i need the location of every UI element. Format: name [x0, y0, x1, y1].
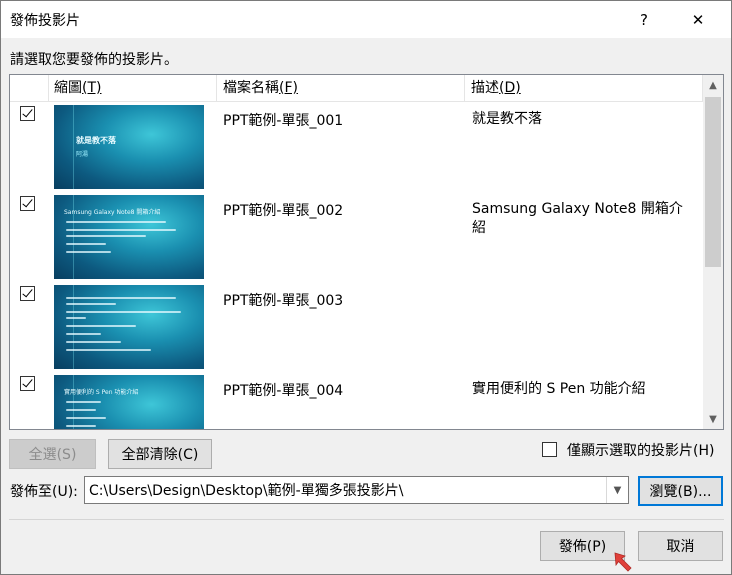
thumbnail-subtitle: 阿湯 [76, 151, 89, 158]
scroll-down-arrow-icon[interactable]: ▼ [703, 409, 723, 429]
slide-description: Samsung Galaxy Note8 開箱介紹 [472, 201, 683, 236]
column-header-filename[interactable]: 檔案名稱(F) [217, 75, 298, 102]
publish-to-label: 發佈至(U): [10, 484, 78, 500]
slide-filename: PPT範例-單張_003 [223, 293, 344, 309]
scrollbar-thumb[interactable] [705, 97, 721, 267]
clear-all-button[interactable]: 全部清除(C) [108, 439, 212, 469]
slide-checkbox[interactable] [20, 286, 35, 301]
slide-checkbox[interactable] [20, 196, 35, 211]
select-all-button[interactable]: 全選(S) [9, 439, 96, 469]
thumbnail-title: Samsung Galaxy Note8 開箱介紹 [64, 209, 161, 216]
slide-filename: PPT範例-單張_001 [223, 113, 344, 129]
slide-description: 實用便利的 S Pen 功能介紹 [472, 381, 646, 397]
show-selected-only-label: 僅顯示選取的投影片(H) [567, 443, 715, 459]
dialog-title: 發佈投影片 [10, 13, 80, 29]
table-row[interactable]: 就是教不落 阿湯 PPT範例-單張_001 就是教不落 [10, 102, 703, 192]
slide-thumbnail: 就是教不落 阿湯 [54, 105, 204, 189]
scroll-up-arrow-icon[interactable]: ▲ [703, 75, 723, 95]
slide-rows: 就是教不落 阿湯 PPT範例-單張_001 就是教不落 Samsung Gala… [10, 102, 703, 429]
publish-slides-dialog: 發佈投影片 ? ✕ 請選取您要發佈的投影片。 縮圖(T) 檔案名稱(F) 描述(… [0, 0, 732, 575]
help-button[interactable]: ? [621, 1, 667, 38]
slide-thumbnail [54, 285, 204, 369]
close-icon: ✕ [691, 10, 705, 29]
slide-checkbox[interactable] [20, 106, 35, 121]
thumbnail-title: 就是教不落 [76, 136, 116, 145]
checkbox-box[interactable] [542, 442, 557, 457]
annotation-arrow-icon [614, 552, 632, 572]
slide-filename: PPT範例-單張_002 [223, 203, 344, 219]
slide-list[interactable]: 縮圖(T) 檔案名稱(F) 描述(D) 就是教不落 阿湯 PPT範例-單張_00… [9, 74, 724, 430]
column-header-row: 縮圖(T) 檔案名稱(F) 描述(D) [10, 75, 703, 102]
slide-description: 就是教不落 [472, 111, 542, 127]
help-icon: ? [640, 10, 648, 29]
table-row[interactable]: Samsung Galaxy Note8 開箱介紹 PPT範例-單張_002 S… [10, 192, 703, 282]
divider [9, 519, 724, 520]
vertical-scrollbar[interactable]: ▲ ▼ [703, 75, 723, 429]
slide-filename: PPT範例-單張_004 [223, 383, 344, 399]
browse-button[interactable]: 瀏覽(B)... [638, 476, 723, 506]
table-row[interactable]: 實用便利的 S Pen 功能介紹 PPT範例-單張_004 實用便利的 S Pe… [10, 372, 703, 429]
table-row[interactable]: PPT範例-單張_003 [10, 282, 703, 372]
column-header-description[interactable]: 描述(D) [465, 75, 521, 102]
title-bar: 發佈投影片 ? ✕ [1, 1, 731, 38]
column-header-thumbnail[interactable]: 縮圖(T) [48, 75, 101, 102]
slide-thumbnail: 實用便利的 S Pen 功能介紹 [54, 375, 204, 429]
thumbnail-title: 實用便利的 S Pen 功能介紹 [64, 389, 139, 396]
slide-thumbnail: Samsung Galaxy Note8 開箱介紹 [54, 195, 204, 279]
cancel-button[interactable]: 取消 [638, 531, 723, 561]
publish-path-input[interactable] [85, 477, 605, 503]
instruction-text: 請選取您要發佈的投影片。 [10, 52, 178, 68]
publish-path-combobox[interactable]: ▼ [84, 476, 629, 504]
slide-checkbox[interactable] [20, 376, 35, 391]
close-button[interactable]: ✕ [675, 1, 721, 38]
chevron-down-icon[interactable]: ▼ [606, 477, 628, 503]
